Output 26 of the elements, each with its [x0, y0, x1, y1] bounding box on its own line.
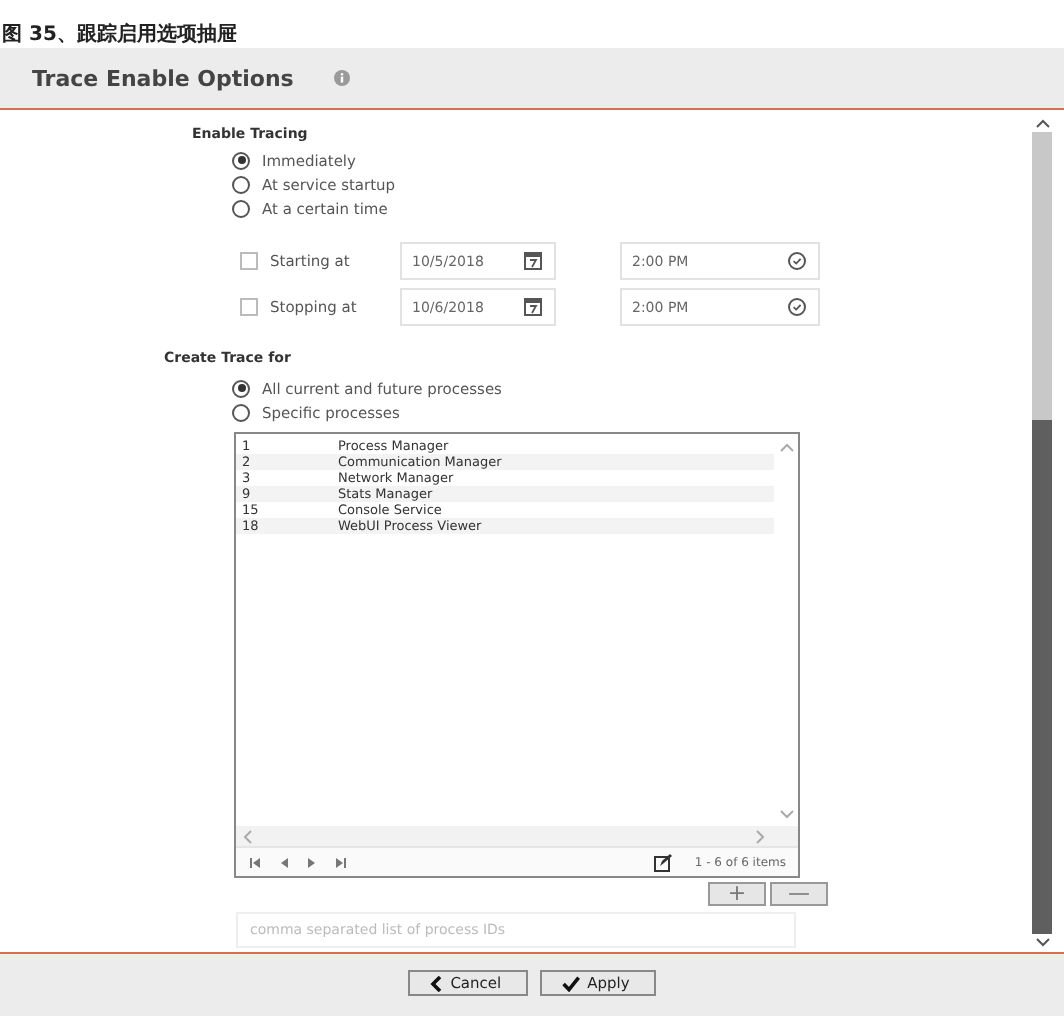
edit-icon[interactable]: [654, 853, 673, 871]
radio-button[interactable]: [232, 151, 250, 169]
radio-button[interactable]: [232, 199, 250, 217]
panel-title: Trace Enable Options: [32, 65, 294, 91]
info-icon[interactable]: [333, 70, 350, 86]
figure-caption: 图 35、跟踪启用选项抽屉: [0, 20, 237, 48]
clock-icon[interactable]: [788, 252, 806, 270]
previous-page-icon[interactable]: [280, 857, 288, 867]
chevron-left-icon: [430, 975, 443, 991]
checkbox[interactable]: [240, 298, 258, 316]
calendar-icon[interactable]: [524, 252, 542, 270]
calendar-icon[interactable]: [524, 298, 542, 316]
clock-icon[interactable]: [788, 298, 806, 316]
radio-button[interactable]: [232, 403, 250, 421]
scroll-up-icon[interactable]: [1035, 118, 1049, 128]
add-button[interactable]: +: [708, 882, 766, 906]
radio-button[interactable]: [232, 379, 250, 397]
first-page-icon[interactable]: [250, 857, 260, 867]
scrollbar-thumb[interactable]: [1032, 420, 1052, 934]
scroll-down-icon[interactable]: [1035, 938, 1049, 948]
checkbox[interactable]: [240, 252, 258, 270]
last-page-icon[interactable]: [336, 857, 346, 867]
radio-button[interactable]: [232, 175, 250, 193]
remove-button[interactable]: —: [770, 882, 828, 906]
next-page-icon[interactable]: [308, 857, 316, 867]
check-icon: [561, 975, 580, 991]
